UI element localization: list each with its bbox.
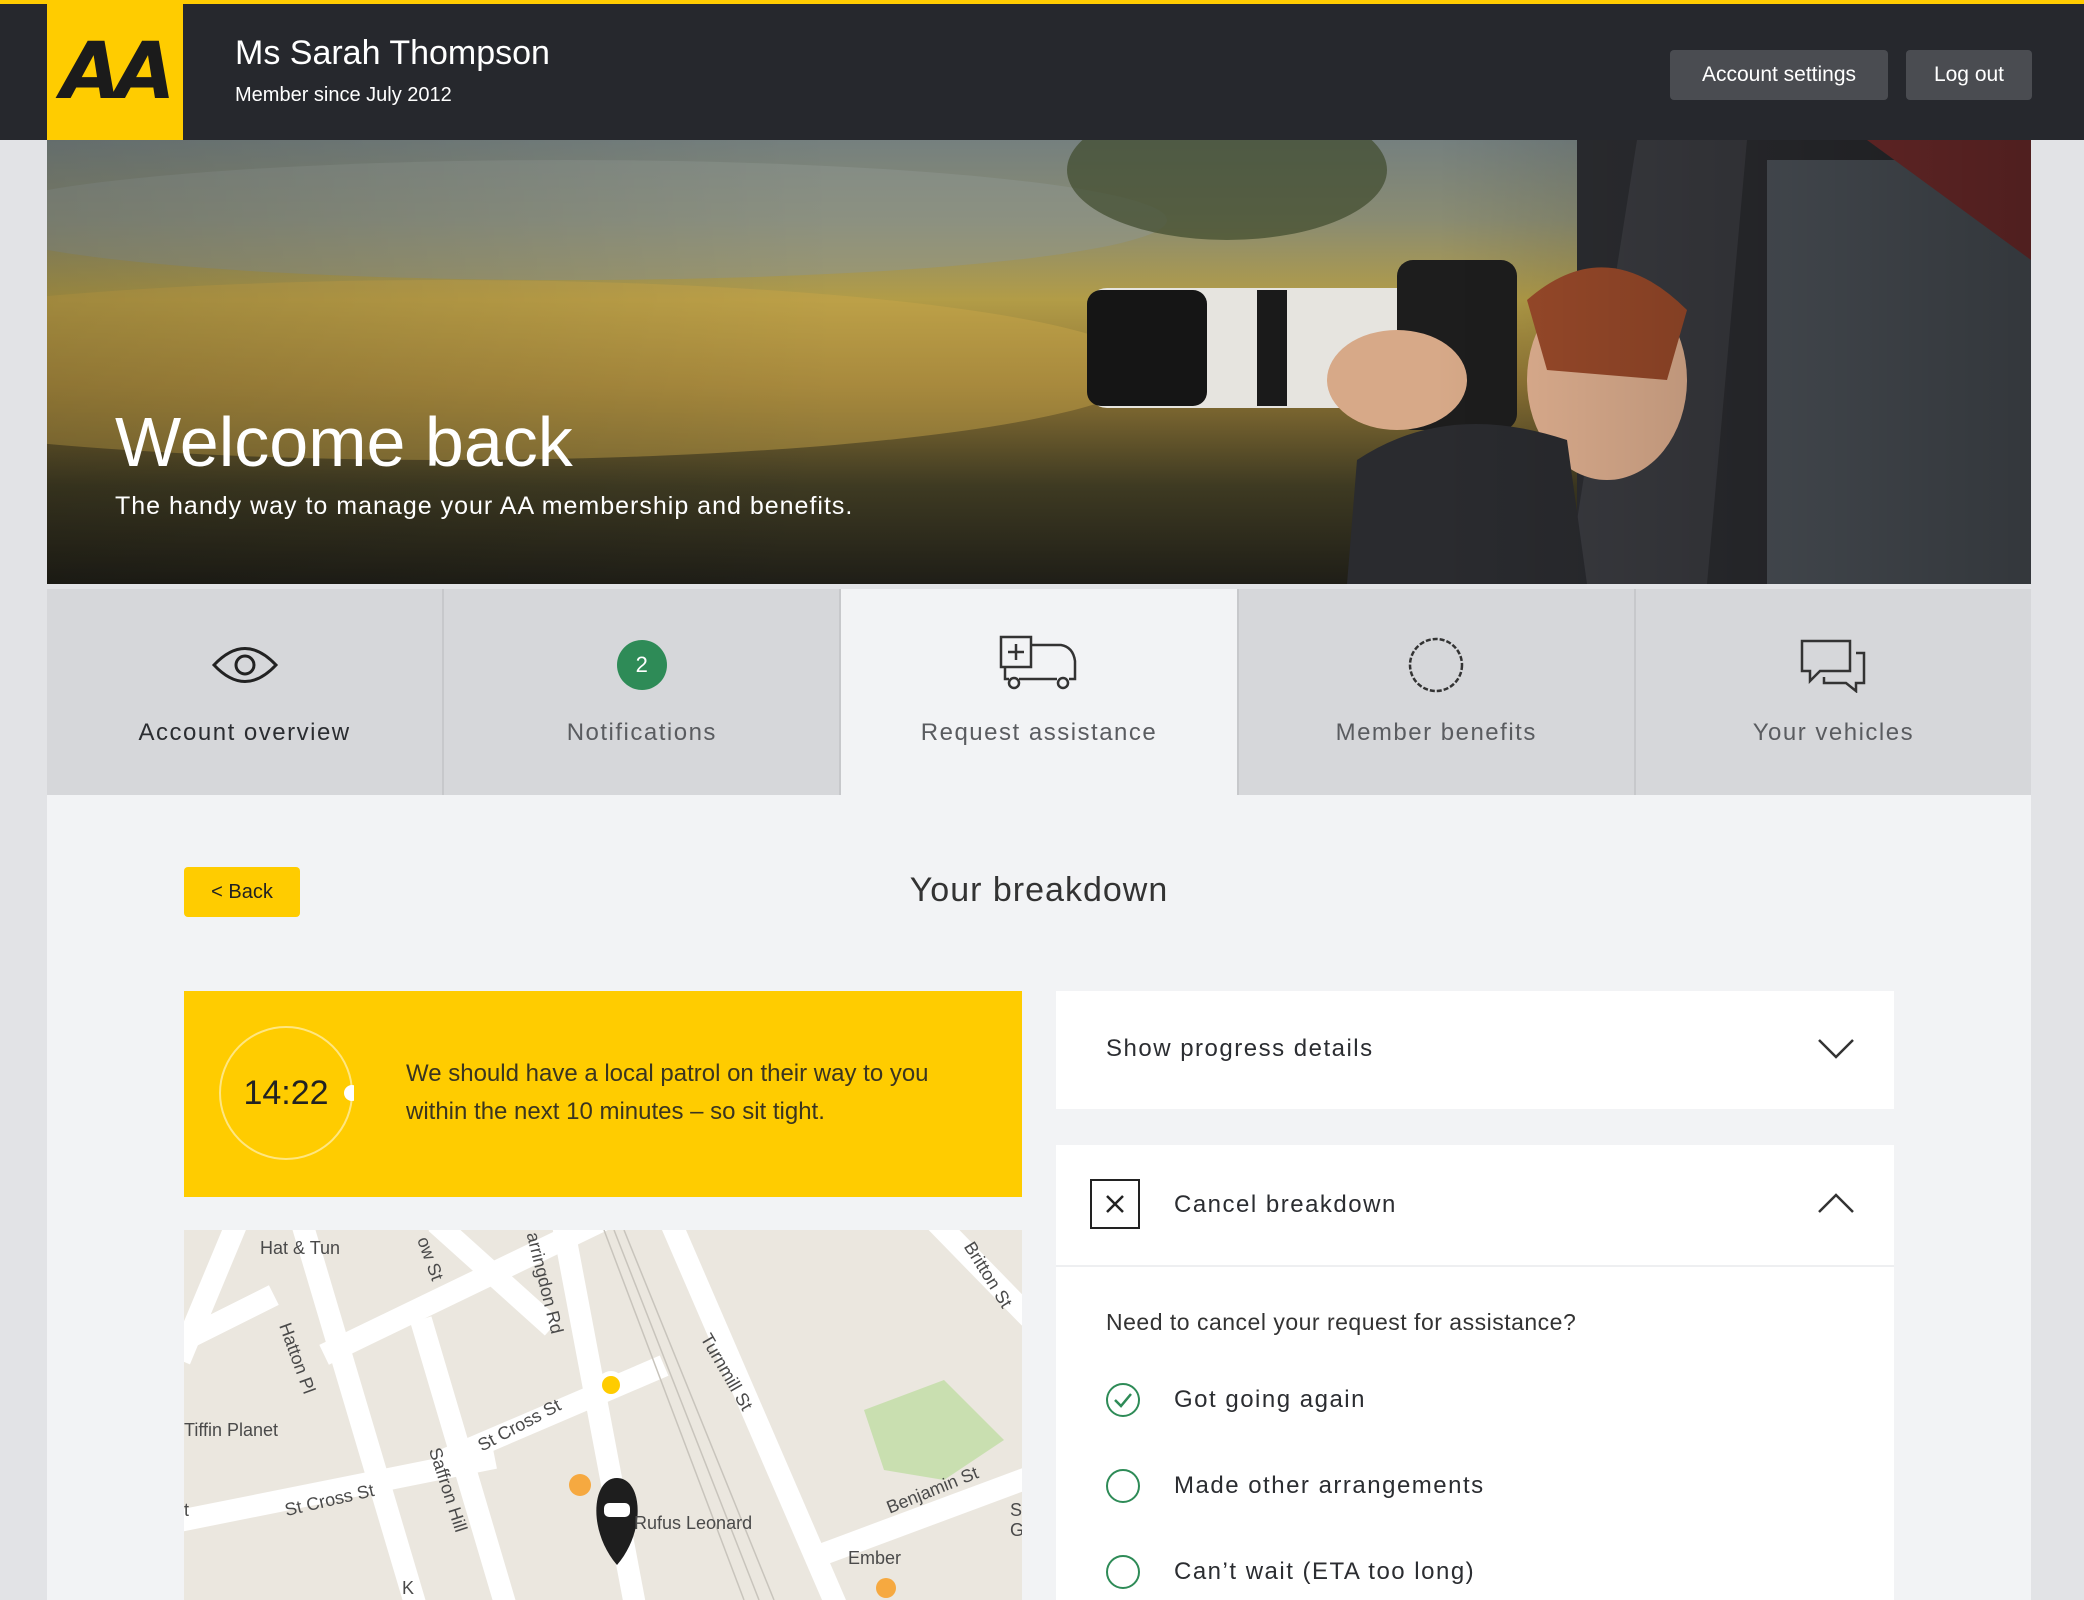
- hero-banner: Welcome back The handy way to manage you…: [47, 140, 2031, 584]
- notification-badge: 2: [616, 640, 667, 690]
- cancel-panel-header[interactable]: Cancel breakdown: [1056, 1145, 1894, 1267]
- tab-label: Account overview: [138, 719, 351, 746]
- eye-icon: [205, 635, 285, 695]
- tab-label: Request assistance: [920, 719, 1158, 746]
- hero-subtitle: The handy way to manage your AA membersh…: [115, 492, 854, 520]
- car-plus-icon: [999, 635, 1079, 695]
- eta-message: We should have a local patrol on their w…: [406, 1060, 929, 1125]
- option-label: Made other arrangements: [1174, 1472, 1485, 1499]
- map-label: t: [184, 1500, 190, 1520]
- progress-details-label: Show progress details: [1106, 1035, 1374, 1062]
- tab-request-assistance[interactable]: Request assistance: [841, 589, 1239, 795]
- cancel-breakdown-panel: Cancel breakdown Need to cancel your req…: [1056, 1145, 1894, 1600]
- eta-time: 14:22: [243, 1073, 329, 1112]
- logout-button[interactable]: Log out: [1906, 50, 2032, 100]
- option-made-other-arrangements[interactable]: Made other arrangements: [1106, 1467, 1485, 1505]
- main-tabs: Account overview 2 Notifications Request…: [47, 589, 2032, 795]
- map-label: Tiffin Planet: [184, 1420, 279, 1440]
- cancel-question: Need to cancel your request for assistan…: [1106, 1309, 1577, 1335]
- hero-title: Welcome back: [115, 403, 573, 481]
- option-label: Can’t wait (ETA too long): [1174, 1558, 1476, 1585]
- tab-label: Member benefits: [1335, 719, 1537, 746]
- user-name: Ms Sarah Thompson: [235, 34, 550, 72]
- chevron-up-icon[interactable]: [1816, 1191, 1856, 1215]
- tab-label: Notifications: [566, 719, 717, 746]
- logo-text: AA: [60, 27, 176, 117]
- rosette-icon: [1396, 635, 1476, 695]
- close-icon[interactable]: [1090, 1179, 1140, 1229]
- map-label: Ember: [848, 1548, 902, 1568]
- chat-bubbles-icon: [1793, 635, 1873, 695]
- option-cant-wait[interactable]: Can’t wait (ETA too long): [1106, 1553, 1475, 1591]
- tab-your-vehicles[interactable]: Your vehicles: [1635, 589, 2032, 795]
- tab-notifications[interactable]: 2 Notifications: [444, 589, 842, 795]
- tab-member-benefits[interactable]: Member benefits: [1238, 589, 1636, 795]
- page-title: Your breakdown: [909, 871, 1169, 909]
- map-roads: [184, 1230, 1022, 1600]
- chevron-down-icon[interactable]: [1816, 1037, 1856, 1061]
- map-label: S: [1010, 1500, 1022, 1520]
- map-label: G: [1010, 1520, 1022, 1540]
- progress-details-panel[interactable]: Show progress details: [1056, 991, 1894, 1109]
- account-settings-button[interactable]: Account settings: [1670, 50, 1888, 100]
- notification-badge-wrap: 2: [602, 635, 682, 695]
- tab-label: Your vehicles: [1752, 719, 1915, 746]
- radio-unchecked-icon[interactable]: [1106, 1469, 1140, 1503]
- breakdown-content: < Back Your breakdown 14:22 We should ha…: [47, 795, 2031, 1600]
- option-got-going-again[interactable]: Got going again: [1106, 1381, 1366, 1419]
- map-label: K: [402, 1578, 415, 1598]
- map-label: Rufus Leonard: [634, 1513, 753, 1533]
- aa-logo[interactable]: AA: [47, 4, 183, 140]
- map-label: Hat & Tun: [260, 1238, 341, 1258]
- tab-account-overview[interactable]: Account overview: [47, 589, 445, 795]
- cancel-panel-title: Cancel breakdown: [1174, 1191, 1397, 1218]
- radio-checked-icon[interactable]: [1106, 1383, 1140, 1417]
- eta-card: 14:22 We should have a local patrol on t…: [184, 991, 1022, 1197]
- radio-unchecked-icon[interactable]: [1106, 1555, 1140, 1589]
- breakdown-map[interactable]: Hat & Tun Hatton Pl ow St arringdon Rd B…: [184, 1230, 1022, 1600]
- member-since: Member since July 2012: [235, 84, 452, 106]
- option-label: Got going again: [1174, 1386, 1366, 1413]
- top-header-bar: AA Ms Sarah Thompson Member since July 2…: [0, 0, 2084, 140]
